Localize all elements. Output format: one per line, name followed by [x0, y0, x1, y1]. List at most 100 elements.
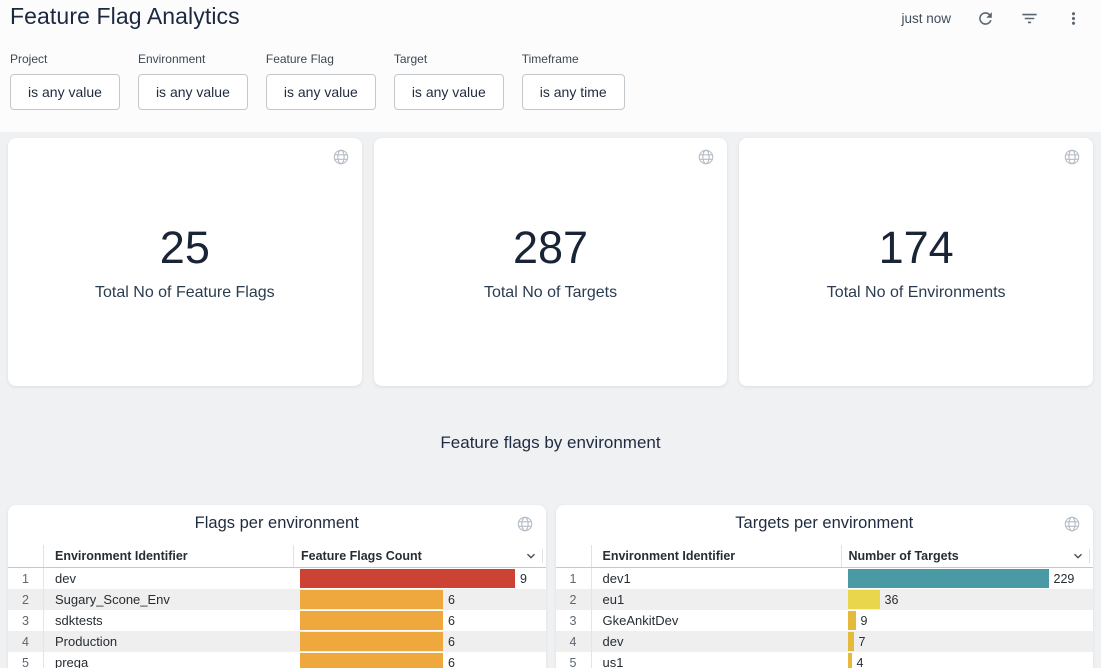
kpi-card-feature-flags: 25 Total No of Feature Flags [8, 138, 362, 386]
filter-feature-flag-button[interactable]: is any value [266, 74, 376, 110]
value-bar[interactable] [300, 569, 515, 588]
table-body: 1dev92Sugary_Scone_Env63sdktests64Produc… [8, 568, 546, 668]
card-title: Targets per environment [556, 505, 1094, 536]
kpi-value: 25 [8, 138, 362, 274]
column-header-label: Number of Targets [849, 549, 959, 563]
filter-timeframe-button[interactable]: is any time [522, 74, 625, 110]
value-label: 9 [520, 572, 527, 586]
column-header-environment-identifier[interactable]: Environment Identifier [592, 545, 842, 567]
value-cell: 36 [842, 589, 1094, 610]
value-label: 6 [448, 656, 455, 668]
row-number-column-header [8, 545, 44, 567]
filter-project: Project is any value [10, 52, 120, 110]
section-title: Feature flags by environment [0, 433, 1101, 453]
globe-icon [1063, 148, 1081, 166]
table-row[interactable]: 5prega 6 [8, 652, 546, 668]
environment-identifier-cell: Production [44, 634, 294, 649]
environment-identifier-cell: dev1 [592, 571, 842, 586]
row-number: 1 [8, 568, 44, 589]
table-row[interactable]: 4Production6 [8, 631, 546, 652]
row-number: 4 [8, 631, 44, 652]
environment-identifier-cell: sdktests [44, 613, 294, 628]
table-row[interactable]: 4dev7 [556, 631, 1094, 652]
filter-environment-button[interactable]: is any value [138, 74, 248, 110]
page-title: Feature Flag Analytics [10, 3, 240, 30]
column-header-number-of-targets[interactable]: Number of Targets [842, 545, 1094, 567]
filter-feature-flag: Feature Flag is any value [266, 52, 376, 110]
value-label: 229 [1054, 572, 1075, 586]
value-cell: 9 [294, 568, 546, 589]
value-bar[interactable] [848, 611, 856, 630]
value-cell: 6 [294, 610, 546, 631]
filter-project-button[interactable]: is any value [10, 74, 120, 110]
card-title: Flags per environment [8, 505, 546, 536]
globe-icon [516, 515, 534, 533]
environment-identifier-cell: GkeAnkitDev [592, 613, 842, 628]
filter-label: Target [394, 52, 504, 66]
filter-label: Timeframe [522, 52, 625, 66]
row-number: 2 [8, 589, 44, 610]
filter-target-button[interactable]: is any value [394, 74, 504, 110]
header-actions: just now [901, 6, 1083, 30]
filter-label: Environment [138, 52, 248, 66]
environment-identifier-cell: us1 [592, 655, 842, 668]
table-row[interactable]: 3GkeAnkitDev9 [556, 610, 1094, 631]
row-number: 3 [8, 610, 44, 631]
filter-environment: Environment is any value [138, 52, 248, 110]
value-bar[interactable] [848, 653, 852, 668]
table-row[interactable]: 3sdktests 6 [8, 610, 546, 631]
filter-icon[interactable] [1019, 8, 1039, 28]
table-row[interactable]: 1dev 9 [8, 568, 546, 589]
table-row[interactable]: 1dev1229 [556, 568, 1094, 589]
kpi-card-targets: 287 Total No of Targets [374, 138, 728, 386]
globe-icon [332, 148, 350, 166]
row-number: 3 [556, 610, 592, 631]
value-label: 6 [448, 614, 455, 628]
refresh-icon[interactable] [975, 8, 995, 28]
environment-identifier-cell: eu1 [592, 592, 842, 607]
value-cell: 9 [842, 610, 1094, 631]
targets-per-environment-card: Targets per environment Environment Iden… [556, 505, 1094, 668]
table-body: 1dev12292eu1363GkeAnkitDev94dev75us14 [556, 568, 1094, 668]
row-number: 4 [556, 631, 592, 652]
value-bar[interactable] [300, 611, 443, 630]
dashboard-header: Feature Flag Analytics just now Project … [0, 0, 1101, 132]
flags-per-environment-card: Flags per environment Environment Identi… [8, 505, 546, 668]
filter-bar: Project is any value Environment is any … [10, 52, 625, 110]
value-cell: 4 [842, 652, 1094, 668]
value-bar[interactable] [848, 569, 1049, 588]
chevron-down-icon[interactable] [523, 548, 539, 564]
environment-identifier-cell: Sugary_Scone_Env [44, 592, 294, 607]
filter-label: Project [10, 52, 120, 66]
row-number: 2 [556, 589, 592, 610]
environment-identifier-cell: dev [592, 634, 842, 649]
value-cell: 7 [842, 631, 1094, 652]
table-row[interactable]: 2Sugary_Scone_Env6 [8, 589, 546, 610]
table-row[interactable]: 5us14 [556, 652, 1094, 668]
environment-identifier-cell: prega [44, 655, 294, 668]
row-number: 5 [556, 652, 592, 668]
table-header: Environment Identifier Feature Flags Cou… [8, 545, 546, 568]
column-header-environment-identifier[interactable]: Environment Identifier [44, 545, 294, 567]
filter-timeframe: Timeframe is any time [522, 52, 625, 110]
value-bar[interactable] [300, 653, 443, 668]
globe-icon [1063, 515, 1081, 533]
filter-target: Target is any value [394, 52, 504, 110]
value-bar[interactable] [848, 590, 880, 609]
table-cards-row: Flags per environment Environment Identi… [8, 505, 1093, 668]
table-row[interactable]: 2eu136 [556, 589, 1094, 610]
last-refresh-text: just now [901, 11, 951, 26]
row-number: 5 [8, 652, 44, 668]
value-bar[interactable] [300, 590, 443, 609]
column-header-feature-flags-count[interactable]: Feature Flags Count [294, 545, 546, 567]
chevron-down-icon[interactable] [1070, 548, 1086, 564]
kpi-label: Total No of Targets [374, 284, 728, 302]
kpi-cards-row: 25 Total No of Feature Flags 287 Total N… [8, 138, 1093, 386]
value-bar[interactable] [300, 632, 443, 651]
kpi-value: 287 [374, 138, 728, 274]
value-bar[interactable] [848, 632, 854, 651]
environment-identifier-cell: dev [44, 571, 294, 586]
kpi-card-environments: 174 Total No of Environments [739, 138, 1093, 386]
kebab-menu-icon[interactable] [1063, 8, 1083, 28]
value-cell: 6 [294, 631, 546, 652]
